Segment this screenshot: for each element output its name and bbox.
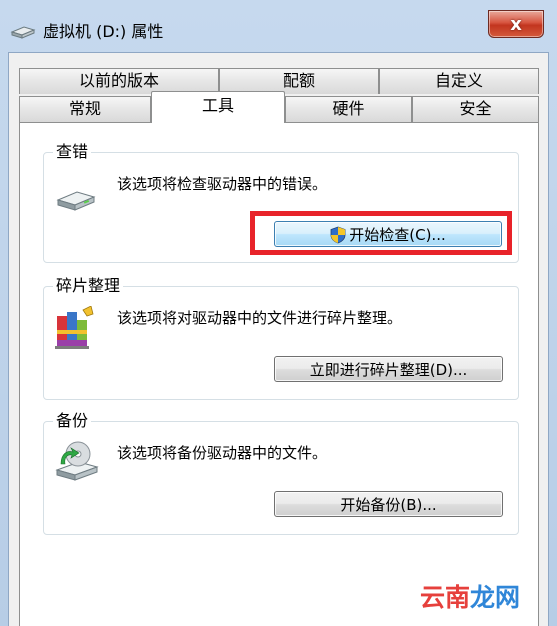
start-backup-button[interactable]: 开始备份(B)... xyxy=(274,491,503,517)
drive-icon xyxy=(56,191,96,211)
tab-customize[interactable]: 自定义 xyxy=(379,68,539,94)
error-check-title: 查错 xyxy=(53,142,92,162)
close-button[interactable]: x xyxy=(488,10,544,38)
watermark: 云南龙网 xyxy=(420,582,520,614)
error-check-description: 该选项将检查驱动器中的错误。 xyxy=(117,175,328,193)
tab-label: 硬件 xyxy=(332,99,365,118)
backup-group xyxy=(43,421,519,535)
properties-window: 虚拟机 (D:) 属性 x 以前的版本 配额 自定义 常规 工具 硬件 安全 查… xyxy=(0,0,557,626)
backup-title: 备份 xyxy=(53,411,92,431)
watermark-part2: 龙网 xyxy=(470,583,521,612)
tab-hardware[interactable]: 硬件 xyxy=(285,96,412,122)
backup-description: 该选项将备份驱动器中的文件。 xyxy=(117,444,328,462)
drive-icon xyxy=(10,26,36,39)
close-icon: x xyxy=(510,13,522,35)
start-backup-label: 开始备份(B)... xyxy=(340,495,437,514)
defrag-description: 该选项将对驱动器中的文件进行碎片整理。 xyxy=(117,309,403,327)
defrag-now-label: 立即进行碎片整理(D)... xyxy=(309,360,468,379)
tab-general[interactable]: 常规 xyxy=(19,96,151,122)
highlight-box xyxy=(250,211,512,255)
tab-label: 自定义 xyxy=(434,71,483,90)
tab-security[interactable]: 安全 xyxy=(412,96,539,122)
tab-label: 以前的版本 xyxy=(78,71,159,90)
defrag-icon xyxy=(55,306,94,349)
watermark-part1: 云南 xyxy=(420,583,471,612)
tab-label: 常规 xyxy=(68,99,101,118)
defrag-title: 碎片整理 xyxy=(53,276,124,296)
tab-label: 工具 xyxy=(201,96,234,115)
defrag-group xyxy=(43,286,519,400)
tab-label: 安全 xyxy=(459,99,492,118)
tab-tools[interactable]: 工具 xyxy=(151,91,285,123)
tab-label: 配额 xyxy=(282,71,315,90)
window-title: 虚拟机 (D:) 属性 xyxy=(43,22,164,41)
title-bar[interactable]: 虚拟机 (D:) 属性 x xyxy=(0,0,557,52)
backup-icon xyxy=(55,441,99,481)
defrag-now-button[interactable]: 立即进行碎片整理(D)... xyxy=(274,356,503,382)
